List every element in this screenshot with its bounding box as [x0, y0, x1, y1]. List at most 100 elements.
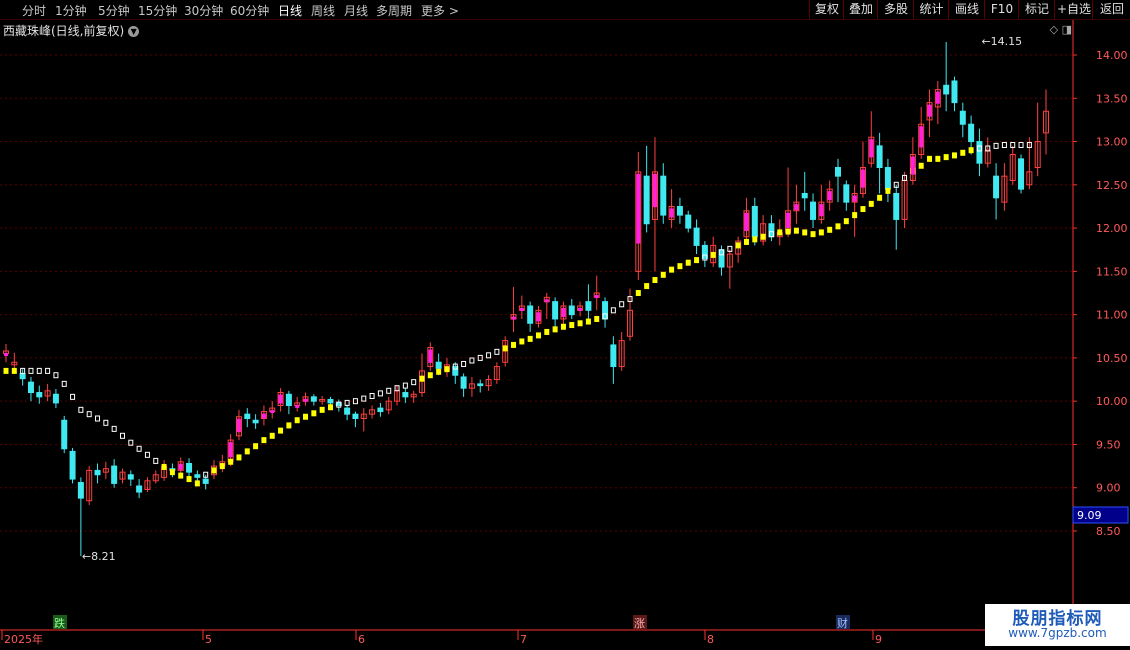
trend-bar-32 [270, 410, 275, 414]
x-tick-label-4: 8 [707, 633, 714, 646]
signal-mark-35 [294, 417, 300, 424]
signal-mark-29 [244, 448, 250, 455]
signal-mark-67 [560, 323, 566, 330]
y-tick-label-1: 9.00 [1096, 482, 1121, 495]
candle-body-115 [959, 110, 966, 125]
trend-bar-78 [652, 173, 657, 208]
candlestick-chart[interactable]: 8.50 9.00 9.50 10.00 10.50 11.00 11.50 12.00 12.… [0, 0, 1130, 650]
trend-bar-112 [935, 91, 940, 104]
candle-body-29 [244, 413, 251, 419]
signal-mark-122 [1018, 142, 1024, 149]
signal-mark-1 [11, 367, 17, 374]
signal-mark-7 [61, 380, 67, 387]
signal-mark-32 [269, 432, 275, 439]
signal-mark-120 [1001, 142, 1007, 149]
candle-body-7 [61, 419, 68, 450]
candle-body-13 [111, 465, 118, 484]
signal-mark-30 [253, 443, 259, 450]
signal-mark-21 [178, 472, 184, 479]
candle-body-23 [194, 474, 201, 478]
trend-bar-65 [544, 299, 549, 303]
signal-mark-78 [652, 277, 658, 284]
x-tick-label-5: 9 [875, 633, 882, 646]
signal-mark-77 [644, 283, 650, 290]
candle-body-81 [676, 205, 683, 216]
trend-bar-80 [669, 208, 674, 218]
signal-mark-37 [311, 410, 317, 417]
trend-bar-104 [869, 139, 874, 158]
trend-bar-21 [178, 463, 183, 470]
y-tick-label-7: 12.00 [1096, 222, 1128, 235]
y-tick-label-11: 14.00 [1096, 49, 1128, 62]
y-tick-label-2: 9.50 [1096, 438, 1121, 451]
signal-mark-68 [569, 322, 575, 329]
candle-body-24 [202, 478, 209, 484]
candle-body-100 [835, 167, 841, 177]
signal-mark-18 [153, 457, 159, 464]
signal-mark-71 [594, 315, 600, 322]
trend-bar-94 [786, 212, 791, 228]
marker-label-2: 财 [837, 616, 848, 630]
signal-mark-60 [502, 345, 508, 352]
signal-mark-110 [918, 162, 924, 169]
current-price-label: 9.09 [1077, 509, 1102, 522]
signal-mark-112 [935, 155, 941, 162]
signal-mark-76 [635, 290, 641, 296]
trend-bar-28 [236, 418, 241, 433]
trend-bar-103 [860, 169, 865, 188]
y-tick-label-3: 10.00 [1096, 395, 1128, 408]
candle-body-114 [951, 80, 958, 104]
candle-body-68 [568, 305, 575, 316]
trend-bar-67 [561, 307, 566, 318]
signal-mark-91 [760, 233, 766, 240]
signal-mark-55 [461, 360, 467, 367]
signal-mark-58 [486, 352, 492, 359]
signal-mark-0 [3, 367, 9, 374]
trend-bar-109 [910, 156, 915, 175]
trend-bar-51 [428, 349, 433, 363]
signal-mark-85 [710, 251, 716, 258]
signal-mark-66 [552, 326, 558, 333]
trend-bar-36 [303, 398, 308, 402]
marker-label-0: 跌 [54, 616, 65, 630]
candle-body-116 [968, 123, 975, 143]
candle-body-90 [751, 205, 758, 238]
watermark-url: www.7gpzb.com [1008, 626, 1107, 640]
x-tick-label-3: 7 [520, 633, 527, 646]
candle-body-97 [810, 201, 817, 220]
low-annotation: ←8.21 [82, 550, 116, 563]
signal-mark-50 [419, 375, 425, 382]
candle-body-83 [693, 227, 700, 246]
candle-body-16 [136, 485, 143, 493]
signal-mark-111 [927, 155, 933, 162]
signal-mark-103 [860, 206, 866, 213]
y-tick-label-4: 10.50 [1096, 352, 1128, 365]
signal-mark-13 [111, 425, 117, 432]
candle-body-82 [685, 214, 692, 229]
signal-mark-44 [369, 392, 375, 399]
signal-mark-12 [103, 419, 109, 426]
signal-mark-69 [577, 320, 583, 327]
signal-mark-88 [735, 242, 741, 249]
signal-mark-10 [86, 411, 92, 418]
y-tick-label-9: 13.00 [1096, 136, 1128, 149]
signal-mark-52 [436, 368, 442, 375]
x-tick-label-0: 2025年 [4, 632, 43, 646]
signal-mark-113 [943, 154, 949, 161]
signal-mark-56 [469, 357, 475, 364]
signal-mark-48 [402, 382, 408, 389]
signal-mark-14 [119, 432, 125, 439]
high-annotation: ←14.15 [981, 35, 1022, 48]
signal-mark-74 [619, 301, 625, 308]
signal-mark-17 [144, 451, 150, 458]
signal-mark-38 [319, 406, 325, 413]
trend-bar-110 [919, 126, 924, 148]
candle-body-11 [94, 469, 101, 476]
signal-mark-96 [802, 229, 808, 236]
signal-mark-101 [843, 218, 849, 225]
signal-mark-115 [960, 149, 966, 156]
candle-body-101 [843, 184, 850, 203]
signal-mark-19 [161, 463, 167, 470]
signal-mark-25 [211, 467, 217, 474]
signal-mark-9 [78, 406, 84, 413]
